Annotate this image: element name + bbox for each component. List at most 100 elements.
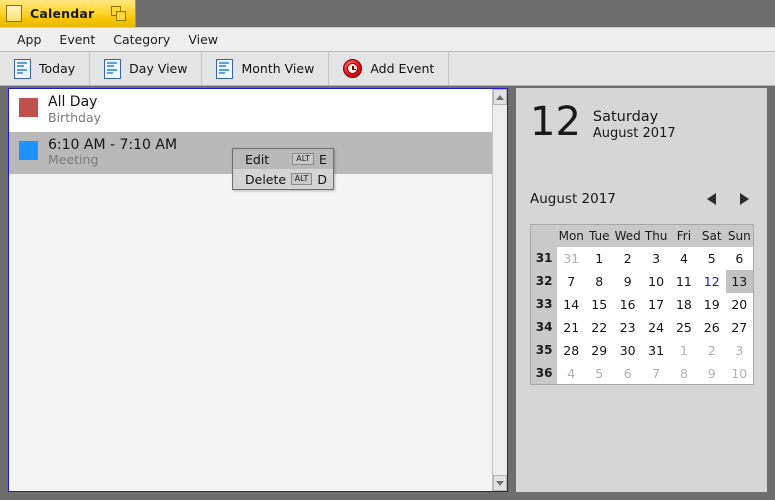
event-time-label: 6:10 AM - 7:10 AM (48, 136, 178, 153)
scrollbar-track[interactable] (493, 105, 507, 475)
calendar-day-cell[interactable]: 26 (697, 315, 726, 339)
calendar-day-cell[interactable]: 4 (557, 361, 586, 385)
calendar-day-cell[interactable]: 10 (725, 361, 754, 385)
calendar-day-cell[interactable]: 20 (725, 292, 754, 316)
calendar-day-cell[interactable]: 6 (613, 361, 643, 385)
detail-panel: 12 Saturday August 2017 August 2017 Mon T… (516, 88, 767, 492)
left-arrow-icon[interactable] (707, 193, 716, 206)
calendar-day-cell[interactable]: 6 (725, 246, 754, 270)
restore-windows-icon[interactable] (111, 5, 129, 22)
selected-weekday: Saturday (592, 109, 659, 125)
calendar-day-cell[interactable]: 31 (642, 338, 671, 362)
calendar-day-cell[interactable]: 10 (642, 269, 671, 293)
month-view-button[interactable]: Month View (202, 52, 330, 85)
weekday-header: Wed (613, 224, 643, 247)
calendar-day-cell[interactable]: 11 (670, 269, 698, 293)
week-number-cell: 34 (530, 315, 558, 339)
calendar-day-cell[interactable]: 28 (557, 338, 586, 362)
mini-calendar-navigation: August 2017 (516, 188, 767, 210)
selected-day-number: 12 (530, 99, 581, 145)
calendar-week-row: 31 31 1 2 3 4 5 6 (530, 246, 754, 270)
calendar-day-cell[interactable]: 9 (697, 361, 726, 385)
red-clock-icon (343, 59, 363, 78)
event-list-item[interactable]: All Day Birthday (9, 89, 492, 132)
day-view-button-label: Day View (129, 61, 188, 76)
calendar-day-cell[interactable]: 8 (670, 361, 698, 385)
document-icon (6, 5, 22, 22)
calendar-day-cell[interactable]: 29 (585, 338, 614, 362)
calendar-day-cell[interactable]: 9 (613, 269, 643, 293)
shortcut-key: E (319, 151, 327, 167)
calendar-day-cell[interactable]: 12 (697, 269, 726, 293)
calendar-day-cell[interactable]: 17 (642, 292, 671, 316)
calendar-day-cell[interactable]: 15 (585, 292, 614, 316)
calendar-day-cell[interactable]: 27 (725, 315, 754, 339)
weekday-header: Sat (697, 224, 726, 247)
calendar-application-window: Calendar App Event Category View Today D… (0, 0, 775, 500)
calendar-day-cell[interactable]: 18 (670, 292, 698, 316)
calendar-day-cell[interactable]: 21 (557, 315, 586, 339)
document-icon (216, 58, 234, 79)
event-context-menu: Edit ALT E Delete ALT D (232, 148, 334, 190)
window-title-tab[interactable]: Calendar (0, 0, 136, 27)
calendar-day-cell[interactable]: 8 (585, 269, 614, 293)
event-category-label: Birthday (48, 109, 102, 125)
calendar-day-cell[interactable]: 5 (697, 246, 726, 270)
calendar-day-cell[interactable]: 4 (670, 246, 698, 270)
calendar-day-cell[interactable]: 25 (670, 315, 698, 339)
today-button-label: Today (39, 61, 76, 76)
calendar-day-cell[interactable]: 1 (585, 246, 614, 270)
mini-calendar[interactable]: Mon Tue Wed Thu Fri Sat Sun 31 31 1 2 3 4 5 6 32 7 8 9 10 11… (530, 224, 754, 386)
calendar-day-cell[interactable]: 7 (557, 269, 586, 293)
calendar-week-row: 35 28 29 30 31 1 2 3 (530, 338, 754, 362)
add-event-button[interactable]: Add Event (329, 52, 450, 85)
menu-item-event[interactable]: Event (50, 29, 104, 50)
week-number-cell: 33 (530, 292, 558, 316)
context-menu-item-delete[interactable]: Delete ALT D (233, 169, 333, 189)
calendar-day-cell[interactable]: 19 (697, 292, 726, 316)
shortcut-modifier-key: ALT (292, 153, 314, 165)
context-menu-item-edit[interactable]: Edit ALT E (233, 149, 333, 169)
scroll-up-arrow-icon[interactable] (493, 89, 507, 105)
calendar-day-cell[interactable]: 2 (613, 246, 643, 270)
calendar-day-cell[interactable]: 2 (697, 338, 726, 362)
window-title: Calendar (30, 6, 95, 21)
calendar-day-cell[interactable]: 3 (642, 246, 671, 270)
event-time-label: All Day (48, 94, 98, 110)
calendar-day-cell[interactable]: 22 (585, 315, 614, 339)
selected-month-year: August 2017 (592, 126, 676, 142)
calendar-day-cell[interactable]: 13 (725, 269, 754, 293)
calendar-day-cell[interactable]: 7 (642, 361, 671, 385)
weekday-header: Mon (557, 224, 586, 247)
day-view-button[interactable]: Day View (90, 52, 203, 85)
today-button[interactable]: Today (0, 52, 91, 85)
week-number-cell: 35 (530, 338, 558, 362)
menu-item-app[interactable]: App (8, 29, 50, 50)
calendar-day-cell[interactable]: 24 (642, 315, 671, 339)
event-list-scrollbar[interactable] (492, 89, 507, 491)
calendar-day-cell[interactable]: 23 (613, 315, 643, 339)
calendar-day-cell[interactable]: 5 (585, 361, 614, 385)
calendar-day-cell[interactable]: 14 (557, 292, 586, 316)
scroll-down-arrow-icon[interactable] (493, 475, 507, 491)
right-arrow-icon[interactable] (740, 193, 749, 206)
menu-item-view[interactable]: View (179, 29, 227, 50)
calendar-day-cell[interactable]: 1 (670, 338, 698, 362)
calendar-day-cell[interactable]: 31 (557, 246, 586, 270)
shortcut-modifier-key: ALT (290, 173, 313, 185)
calendar-day-cell[interactable]: 3 (725, 338, 754, 362)
weekday-header: Tue (585, 224, 614, 247)
calendar-day-cell[interactable]: 16 (613, 292, 643, 316)
week-number-cell: 36 (530, 361, 558, 385)
weekday-header: Thu (642, 224, 671, 247)
menu-bar: App Event Category View (0, 27, 775, 52)
mini-calendar-month-label: August 2017 (530, 191, 616, 208)
calendar-week-row: 34 21 22 23 24 25 26 27 (530, 315, 754, 339)
menu-item-category[interactable]: Category (104, 29, 179, 50)
context-menu-item-label: Delete (245, 171, 287, 187)
week-number-cell: 31 (530, 246, 558, 270)
context-menu-item-label: Edit (245, 151, 270, 167)
toolbar: Today Day View Month View Add Event (0, 52, 775, 86)
event-category-label: Meeting (48, 152, 99, 168)
calendar-day-cell[interactable]: 30 (613, 338, 643, 362)
